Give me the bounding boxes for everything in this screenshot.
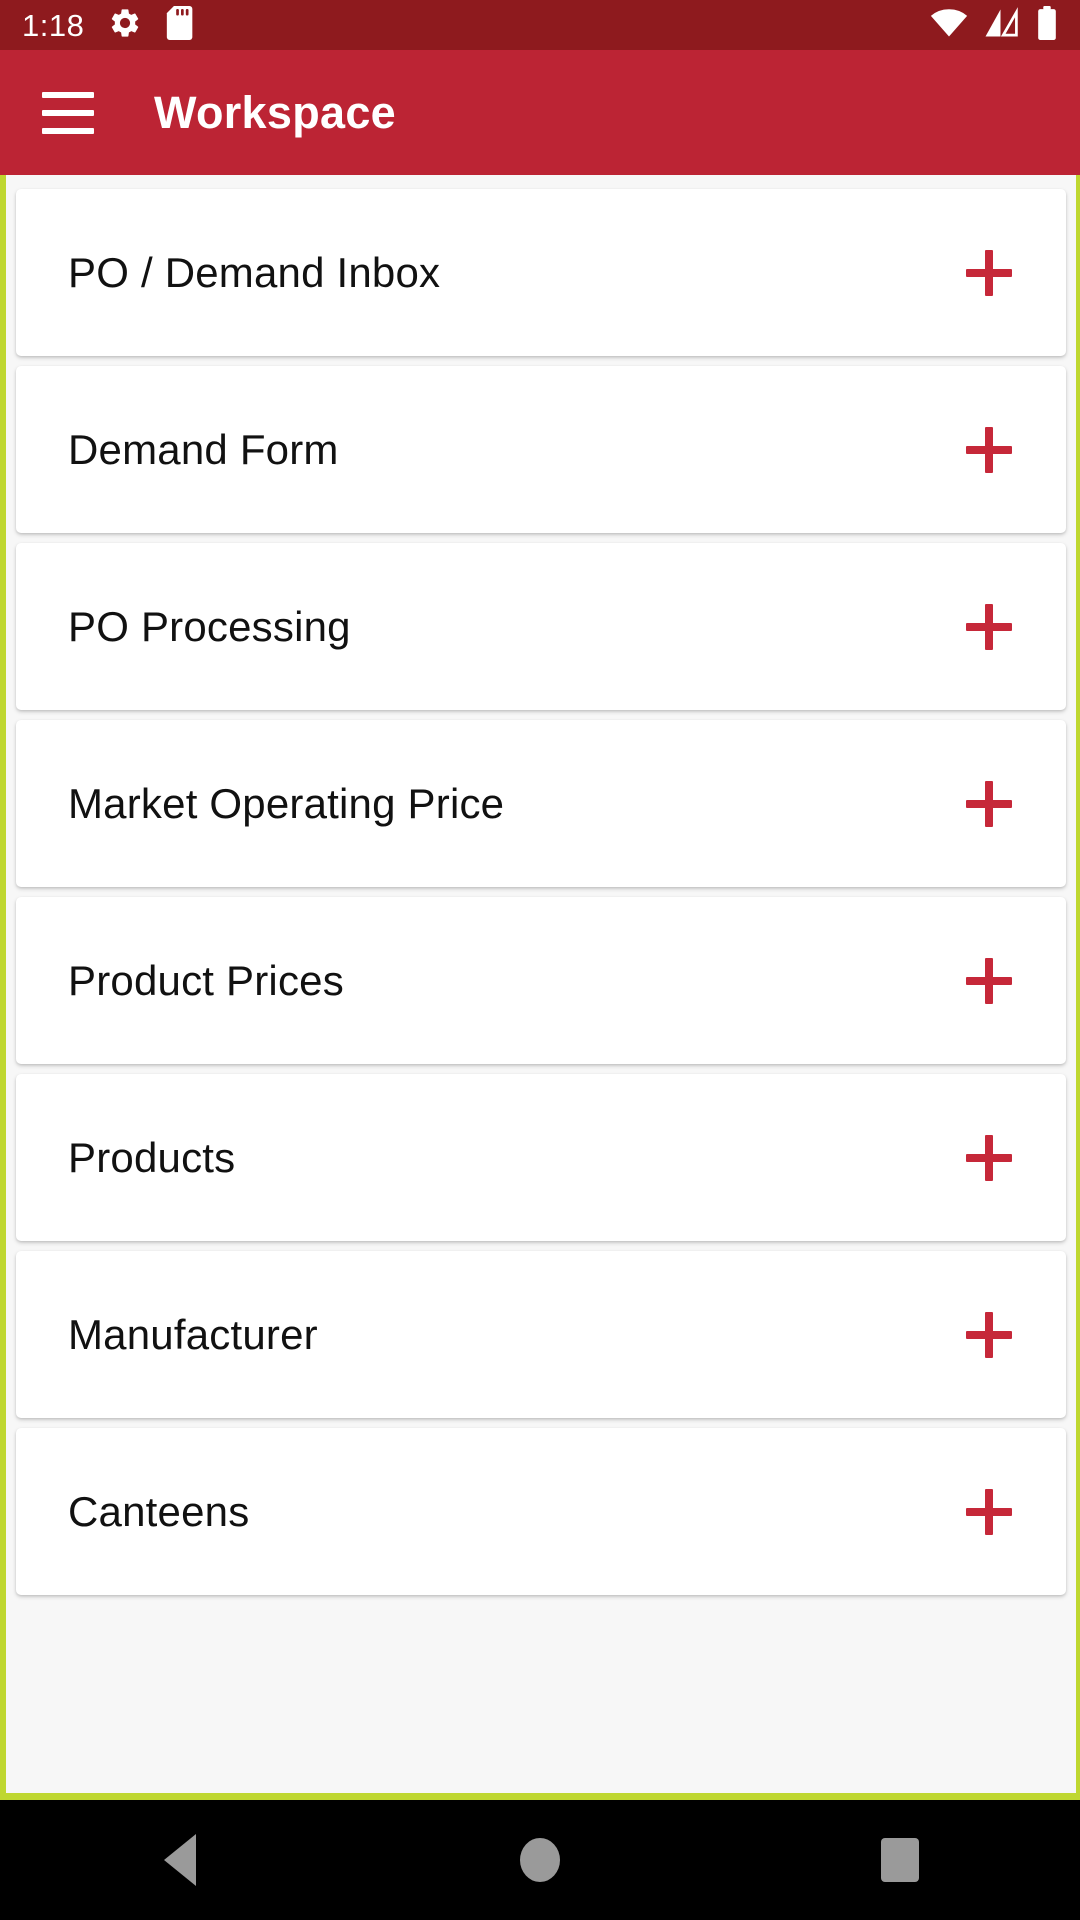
list-item-label: Demand Form (68, 425, 339, 473)
cellular-signal-icon (984, 6, 1020, 44)
plus-icon[interactable] (958, 1304, 1020, 1366)
nav-recents-button[interactable] (835, 1800, 965, 1920)
home-circle-icon (520, 1838, 560, 1882)
plus-icon[interactable] (958, 419, 1020, 481)
status-bar-left-group: 1:18 (22, 5, 196, 45)
sd-card-icon (166, 5, 196, 45)
list-item-label: Market Operating Price (68, 779, 505, 827)
wifi-icon (930, 7, 968, 44)
list-item-label: PO Processing (68, 602, 351, 650)
plus-icon[interactable] (958, 596, 1020, 658)
plus-icon[interactable] (958, 1481, 1020, 1543)
plus-icon[interactable] (958, 1127, 1020, 1189)
list-item[interactable]: Market Operating Price (16, 720, 1066, 887)
list-item[interactable]: Demand Form (16, 366, 1066, 533)
gear-icon (108, 6, 142, 45)
back-triangle-icon (164, 1834, 196, 1886)
list-item[interactable]: Products (16, 1074, 1066, 1241)
list-item[interactable]: PO Processing (16, 543, 1066, 710)
status-bar-clock: 1:18 (22, 7, 85, 43)
list-item[interactable]: Canteens (16, 1428, 1066, 1595)
hamburger-menu-icon[interactable] (38, 82, 100, 144)
status-bar: 1:18 (0, 0, 1080, 50)
app-bar: Workspace (0, 50, 1080, 175)
list-item-label: Manufacturer (68, 1310, 318, 1358)
hamburger-bar-top (42, 91, 94, 98)
list-item[interactable]: Product Prices (16, 897, 1066, 1064)
plus-icon[interactable] (958, 950, 1020, 1012)
list-item[interactable]: Manufacturer (16, 1251, 1066, 1418)
list-item-label: Product Prices (68, 956, 344, 1004)
list-item-label: PO / Demand Inbox (68, 248, 441, 296)
nav-back-button[interactable] (115, 1800, 245, 1920)
hamburger-bar-bottom (42, 127, 94, 134)
plus-icon[interactable] (958, 242, 1020, 304)
plus-icon[interactable] (958, 773, 1020, 835)
list-item-label: Canteens (68, 1487, 250, 1535)
content-area: PO / Demand Inbox Demand Form PO Process… (0, 175, 1080, 1800)
android-navigation-bar (0, 1800, 1080, 1920)
status-bar-right-group (930, 5, 1058, 45)
workspace-list[interactable]: PO / Demand Inbox Demand Form PO Process… (6, 175, 1076, 1793)
list-item[interactable]: PO / Demand Inbox (16, 189, 1066, 356)
page-title: Workspace (154, 86, 396, 138)
nav-home-button[interactable] (475, 1800, 605, 1920)
list-item-label: Products (68, 1133, 236, 1181)
hamburger-bar-middle (42, 109, 94, 116)
phone-screen: 1:18 Workspace PO / Demand Inbox Demand … (0, 0, 1080, 1920)
battery-icon (1036, 5, 1058, 45)
recents-square-icon (881, 1838, 919, 1882)
